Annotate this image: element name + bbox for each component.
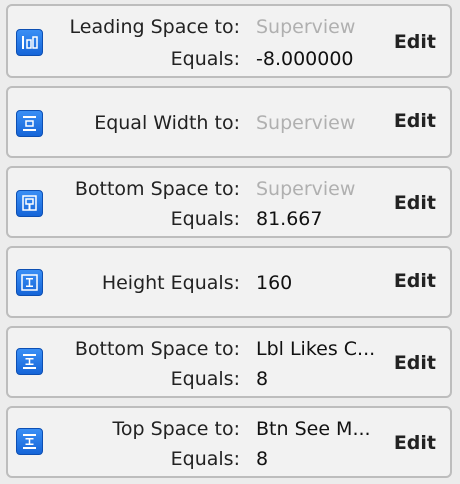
constraint-label: Equals: (170, 48, 240, 70)
constraint-label: Equals: (170, 208, 240, 230)
constraint-label: Equal Width to: (94, 112, 240, 134)
constraint-target: Superview (256, 178, 356, 200)
edit-button[interactable]: Edit (394, 352, 436, 374)
edit-button[interactable]: Edit (394, 432, 436, 454)
constraint-value: 8 (256, 368, 269, 390)
leading-space-icon (16, 29, 43, 56)
constraint-target: Superview (256, 16, 356, 38)
constraint-bottom-space-label: Bottom Space to: Lbl Likes C... Equals: … (6, 326, 452, 398)
bottom-space-icon (16, 190, 43, 217)
constraint-value: 81.667 (256, 208, 323, 230)
constraint-height: Height Equals: 160 Edit (6, 246, 452, 318)
constraint-label: Leading Space to: (69, 16, 240, 38)
constraint-label: Top Space to: (112, 418, 240, 440)
edit-button[interactable]: Edit (394, 110, 436, 132)
constraint-label: Height Equals: (101, 272, 240, 294)
constraint-top-space-button: Top Space to: Btn See M... Equals: 8 Edi… (6, 406, 452, 478)
constraint-label: Equals: (170, 368, 240, 390)
constraint-target: Superview (256, 112, 356, 134)
constraint-equal-width: Equal Width to: Superview Edit (6, 86, 452, 158)
vertical-space-icon (16, 348, 43, 375)
constraint-bottom-space-superview: Bottom Space to: Superview Equals: 81.66… (6, 166, 452, 238)
constraint-label: Bottom Space to: (74, 178, 240, 200)
constraint-target: Lbl Likes C... (256, 338, 376, 360)
constraint-label: Equals: (170, 448, 240, 470)
edit-button[interactable]: Edit (394, 270, 436, 292)
constraint-value: 160 (256, 272, 293, 294)
edit-button[interactable]: Edit (394, 192, 436, 214)
equal-width-icon (16, 110, 43, 137)
constraint-target: Btn See M... (256, 418, 371, 440)
edit-button[interactable]: Edit (394, 31, 436, 53)
constraint-value: -8.000000 (256, 48, 354, 70)
constraint-leading-space: Leading Space to: Superview Equals: -8.0… (6, 4, 452, 78)
height-icon (16, 269, 43, 296)
constraint-label: Bottom Space to: (74, 338, 240, 360)
constraint-value: 8 (256, 448, 269, 470)
vertical-space-icon (16, 428, 43, 455)
